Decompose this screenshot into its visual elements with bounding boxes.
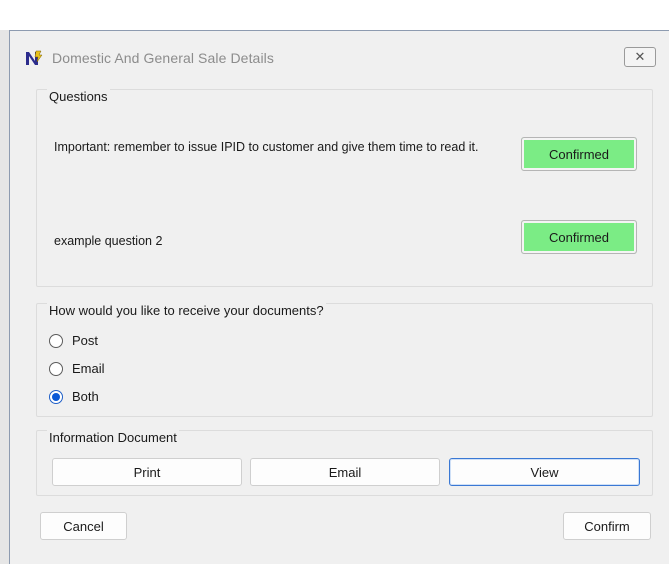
email-document-button[interactable]: Email — [250, 458, 440, 486]
desktop-background-top — [0, 0, 669, 14]
both-option-label: Both — [72, 389, 99, 404]
information-document-label: Information Document — [47, 430, 179, 445]
questions-group-label: Questions — [47, 89, 110, 104]
question-1-confirmed-button[interactable]: Confirmed — [521, 137, 637, 171]
question-2-confirmed-button[interactable]: Confirmed — [521, 220, 637, 254]
app-logo-icon — [24, 49, 44, 67]
question-2-status-label: Confirmed — [549, 229, 609, 245]
close-icon: ✕ — [634, 49, 646, 64]
view-button-label: View — [530, 464, 559, 480]
information-document-group: Information Document Print Email View — [36, 430, 653, 496]
question-2-text: example question 2 — [54, 234, 163, 248]
delivery-option-post[interactable]: Post — [49, 333, 98, 348]
window-title: Domestic And General Sale Details — [52, 50, 274, 66]
email-button-label: Email — [328, 464, 362, 480]
view-button[interactable]: View — [449, 458, 640, 486]
background-strip — [0, 30, 9, 564]
email-radio[interactable] — [49, 361, 63, 376]
email-option-label: Email — [72, 361, 105, 376]
title-bar[interactable]: Domestic And General Sale Details ✕ — [10, 31, 669, 75]
cancel-button-label: Cancel — [63, 518, 104, 534]
print-button[interactable]: Print — [52, 458, 242, 486]
confirm-button[interactable]: Confirm — [563, 512, 651, 540]
both-radio[interactable] — [49, 389, 63, 404]
cancel-button[interactable]: Cancel — [40, 512, 127, 540]
delivery-options-group: How would you like to receive your docum… — [36, 303, 653, 417]
delivery-option-both[interactable]: Both — [49, 389, 99, 404]
post-option-label: Post — [72, 333, 99, 348]
sale-details-dialog: Domestic And General Sale Details ✕ Ques… — [9, 30, 669, 564]
questions-group: Questions Important: remember to issue I… — [36, 89, 653, 287]
close-button[interactable]: ✕ — [624, 47, 656, 67]
question-1-text: Important: remember to issue IPID to cus… — [54, 140, 479, 154]
delivery-question-label: How would you like to receive your docum… — [47, 303, 326, 318]
delivery-option-email[interactable]: Email — [49, 361, 105, 376]
post-radio[interactable] — [49, 333, 63, 348]
print-button-label: Print — [133, 464, 161, 480]
confirm-button-label: Confirm — [584, 518, 630, 534]
question-1-status-label: Confirmed — [549, 146, 609, 162]
